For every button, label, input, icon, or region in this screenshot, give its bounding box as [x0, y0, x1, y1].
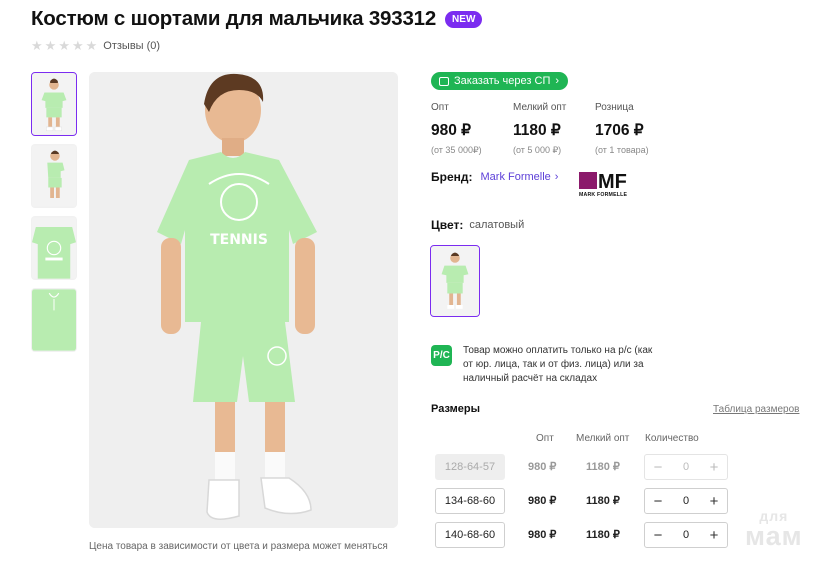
size-price-opt: 980 ₽: [528, 461, 557, 473]
sizes-title: Размеры: [431, 403, 481, 415]
star-icon: ★: [31, 38, 43, 53]
price-value: 980 ₽: [431, 122, 472, 139]
shorts-closeup-photo-icon: [32, 289, 76, 351]
payment-account-icon: P/C: [431, 345, 452, 366]
size-chart-link[interactable]: Таблица размеров: [713, 404, 799, 415]
price-wholesale: Опт 980 ₽ (от 35 000₽): [431, 102, 513, 156]
title-row: Костюм с шортами для мальчика 393312 NEW: [31, 7, 483, 31]
column-header-opt: Опт: [536, 433, 554, 444]
price-label: Опт: [431, 102, 449, 113]
thumbnail-4[interactable]: [31, 288, 77, 352]
boy-side-photo-icon: [32, 145, 76, 207]
color-value: салатовый: [469, 219, 525, 231]
rating-stars: ★ ★ ★ ★ ★: [31, 39, 97, 53]
plus-icon: +: [709, 458, 719, 476]
quantity-value[interactable]: 0: [683, 495, 689, 507]
chevron-right-icon: ›: [554, 171, 559, 183]
thumbnail-list: [31, 72, 77, 352]
chevron-right-icon: ›: [555, 75, 560, 87]
new-badge: NEW: [445, 10, 483, 28]
plus-icon[interactable]: +: [708, 494, 720, 509]
quantity-stepper: − 0 +: [644, 454, 728, 480]
column-header-small-opt: Мелкий опт: [576, 433, 630, 444]
price-label: Розница: [595, 102, 634, 113]
minus-icon: −: [653, 458, 663, 476]
svg-text:TENNIS: TENNIS: [210, 232, 268, 248]
main-product-photo[interactable]: TENNIS: [89, 72, 398, 528]
size-chip[interactable]: 140-68-60: [435, 522, 505, 548]
star-icon: ★: [58, 38, 70, 53]
price-condition: (от 35 000₽): [431, 145, 482, 155]
price-label: Мелкий опт: [513, 102, 567, 113]
price-small-wholesale: Мелкий опт 1180 ₽ (от 5 000 ₽): [513, 102, 595, 156]
price-condition: (от 1 товара): [595, 145, 649, 155]
price-block: Опт 980 ₽ (от 35 000₽) Мелкий опт 1180 ₽…: [431, 102, 677, 156]
boy-full-photo-icon: [32, 73, 76, 135]
price-condition: (от 5 000 ₽): [513, 145, 562, 155]
boy-in-tennis-suit-photo-icon: TENNIS: [89, 72, 398, 528]
color-swatch-salad[interactable]: [430, 245, 480, 317]
size-price-small-opt: 1180 ₽: [586, 461, 620, 473]
price-retail: Розница 1706 ₽ (от 1 товара): [595, 102, 677, 156]
quantity-stepper[interactable]: − 0 +: [644, 488, 728, 514]
reviews-link[interactable]: Отзывы (0): [103, 40, 160, 52]
rating-row: ★ ★ ★ ★ ★ Отзывы (0): [31, 39, 160, 53]
order-button-label: Заказать через СП: [454, 75, 551, 87]
tshirt-closeup-photo-icon: [32, 217, 76, 279]
watermark-line-2: мам: [745, 521, 803, 551]
thumbnail-2[interactable]: [31, 144, 77, 208]
minus-icon[interactable]: −: [652, 528, 664, 543]
star-icon: ★: [44, 38, 57, 53]
watermark-logo: для мам: [745, 509, 803, 550]
size-price-small-opt: 1180 ₽: [586, 529, 620, 541]
price-value: 1180 ₽: [513, 122, 561, 139]
order-via-sp-button[interactable]: Заказать через СП ›: [431, 72, 569, 90]
quantity-value[interactable]: 0: [683, 529, 689, 541]
brand-link[interactable]: Mark Formelle: [481, 171, 551, 183]
size-price-opt: 980 ₽: [528, 495, 557, 507]
boy-full-photo-icon: [431, 246, 479, 316]
color-row: Цвет: салатовый: [431, 218, 524, 232]
cart-icon: [439, 76, 449, 86]
logo-mark-text: MF: [598, 171, 627, 193]
size-chip: 128-64-57: [435, 454, 505, 480]
price-value: 1706 ₽: [595, 122, 644, 139]
thumbnail-3[interactable]: [31, 216, 77, 280]
payment-info: Товар можно оплатить только на р/с (как …: [463, 345, 653, 384]
column-header-qty: Количество: [645, 433, 699, 444]
mark-formelle-logo[interactable]: MF MARK FORMELLE: [578, 170, 640, 198]
size-row-disabled: 128-64-57 980 ₽ 1180 ₽ − 0 +: [435, 454, 800, 480]
quantity-stepper[interactable]: − 0 +: [644, 522, 728, 548]
color-label: Цвет:: [431, 218, 464, 232]
minus-icon[interactable]: −: [652, 494, 664, 509]
size-price-opt: 980 ₽: [528, 529, 557, 541]
size-chip[interactable]: 134-68-60: [435, 488, 505, 514]
brand-label: Бренд:: [431, 170, 473, 184]
quantity-value: 0: [682, 461, 690, 473]
brand-row: Бренд: Mark Formelle ›: [431, 170, 558, 184]
size-price-small-opt: 1180 ₽: [586, 495, 620, 507]
plus-icon[interactable]: +: [708, 528, 720, 543]
thumbnail-1[interactable]: [31, 72, 77, 136]
star-icon: ★: [85, 38, 98, 53]
price-note: Цена товара в зависимости от цвета и раз…: [89, 541, 388, 552]
star-icon: ★: [71, 38, 84, 53]
product-title: Костюм с шортами для мальчика 393312: [31, 7, 437, 30]
logo-caption: MARK FORMELLE: [579, 192, 627, 198]
